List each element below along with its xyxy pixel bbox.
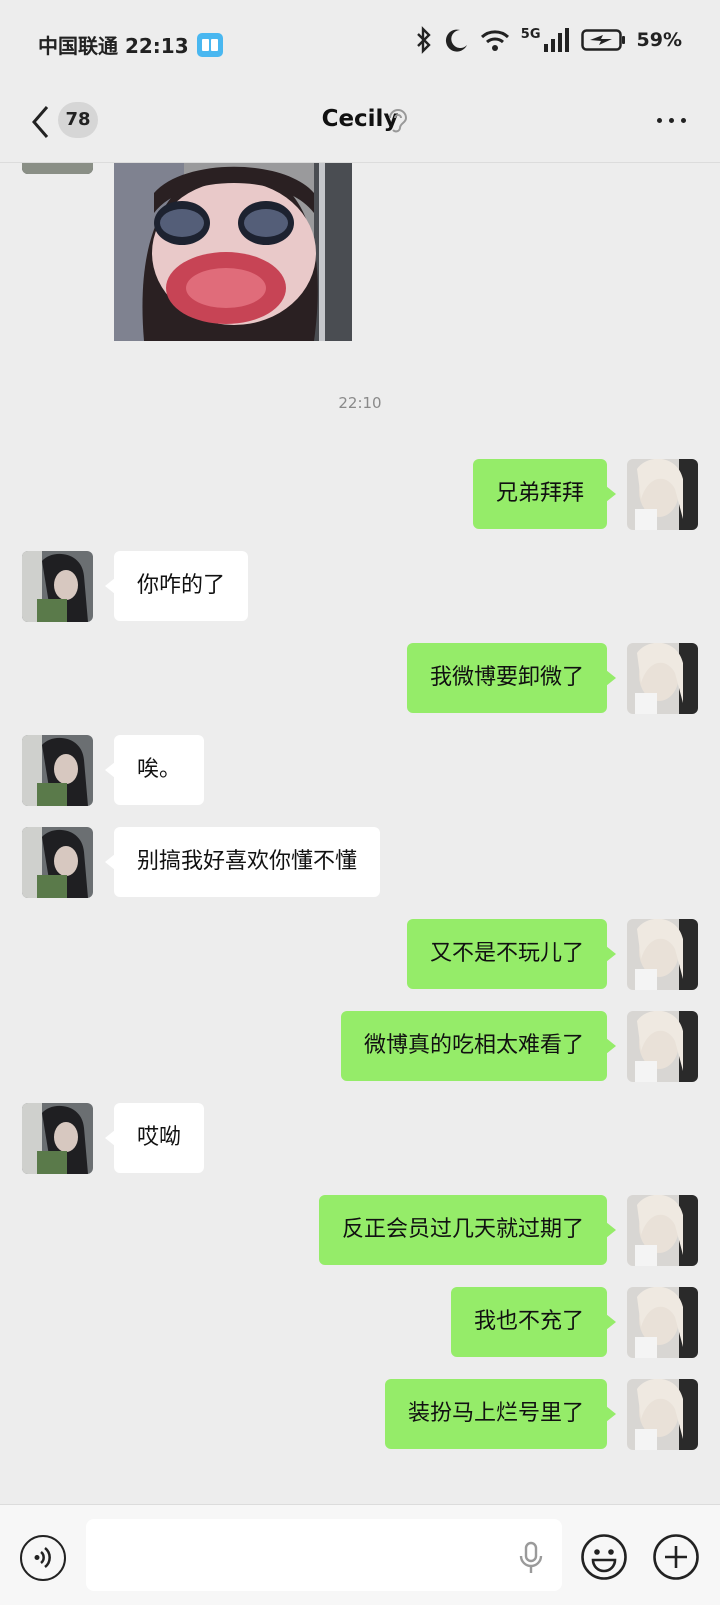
voice-mode-button[interactable] — [20, 1535, 66, 1581]
moon-icon — [445, 29, 467, 52]
contact-avatar[interactable] — [22, 735, 93, 806]
message-input[interactable] — [86, 1519, 562, 1591]
battery-percent: 59% — [636, 29, 682, 51]
input-toolbar — [0, 1504, 720, 1605]
contact-avatar[interactable] — [22, 1103, 93, 1174]
my-avatar[interactable] — [627, 919, 698, 990]
my-avatar[interactable] — [627, 1287, 698, 1358]
incoming-message-bubble[interactable]: 别搞我好喜欢你懂不懂 — [104, 827, 381, 897]
incoming-message-bubble[interactable]: 哎呦 — [104, 1103, 205, 1173]
incoming-message-bubble[interactable]: 你咋的了 — [104, 551, 249, 621]
bluetooth-icon — [416, 26, 431, 54]
outgoing-message-bubble[interactable]: 兄弟拜拜 — [472, 459, 617, 529]
my-avatar[interactable] — [627, 459, 698, 530]
battery-charging-icon — [580, 29, 625, 51]
emoji-icon[interactable] — [580, 1533, 628, 1581]
plus-icon[interactable] — [652, 1533, 700, 1581]
status-right: 5G 59% — [415, 26, 682, 54]
outgoing-message-bubble[interactable]: 微博真的吃相太难看了 — [340, 1011, 617, 1081]
message-list[interactable]: 22:10 兄弟拜拜 你咋的了 我微博要卸微了 唉。 别搞我好喜欢你懂不懂 又不… — [0, 163, 720, 1503]
my-avatar[interactable] — [627, 1011, 698, 1082]
status-bar: 中国联通 22:13 5G 59% — [0, 0, 720, 90]
carrier-time: 中国联通 22:13 — [38, 34, 189, 58]
contact-avatar[interactable] — [22, 163, 93, 174]
contact-name-title: Cecily — [321, 106, 399, 132]
status-left: 中国联通 22:13 — [38, 30, 223, 59]
reading-app-icon — [196, 32, 223, 57]
more-dot — [669, 118, 674, 123]
voice-mode-icon — [34, 1547, 51, 1568]
my-avatar[interactable] — [627, 643, 698, 714]
sticker-image[interactable] — [114, 163, 352, 341]
outgoing-message-bubble[interactable]: 反正会员过几天就过期了 — [318, 1195, 617, 1265]
outgoing-message-bubble[interactable]: 我微博要卸微了 — [406, 643, 617, 713]
microphone-icon[interactable] — [518, 1541, 544, 1575]
my-avatar[interactable] — [627, 1379, 698, 1450]
cellular-signal-icon: 5G — [521, 27, 571, 53]
more-options-button[interactable] — [657, 118, 686, 123]
message-timestamp: 22:10 — [338, 394, 382, 412]
contact-avatar[interactable] — [22, 551, 93, 622]
chat-header: 78 Cecily — [0, 90, 720, 163]
outgoing-message-bubble[interactable]: 又不是不玩儿了 — [406, 919, 617, 989]
outgoing-message-bubble[interactable]: 我也不充了 — [450, 1287, 617, 1357]
more-dot — [657, 118, 662, 123]
network-type: 5G — [520, 27, 541, 42]
wifi-icon — [480, 30, 509, 51]
my-avatar[interactable] — [627, 1195, 698, 1266]
more-dot — [681, 118, 686, 123]
contact-avatar[interactable] — [22, 827, 93, 898]
incoming-message-bubble[interactable]: 唉。 — [104, 735, 205, 805]
ear-icon — [389, 109, 408, 133]
outgoing-message-bubble[interactable]: 装扮马上烂号里了 — [384, 1379, 617, 1449]
